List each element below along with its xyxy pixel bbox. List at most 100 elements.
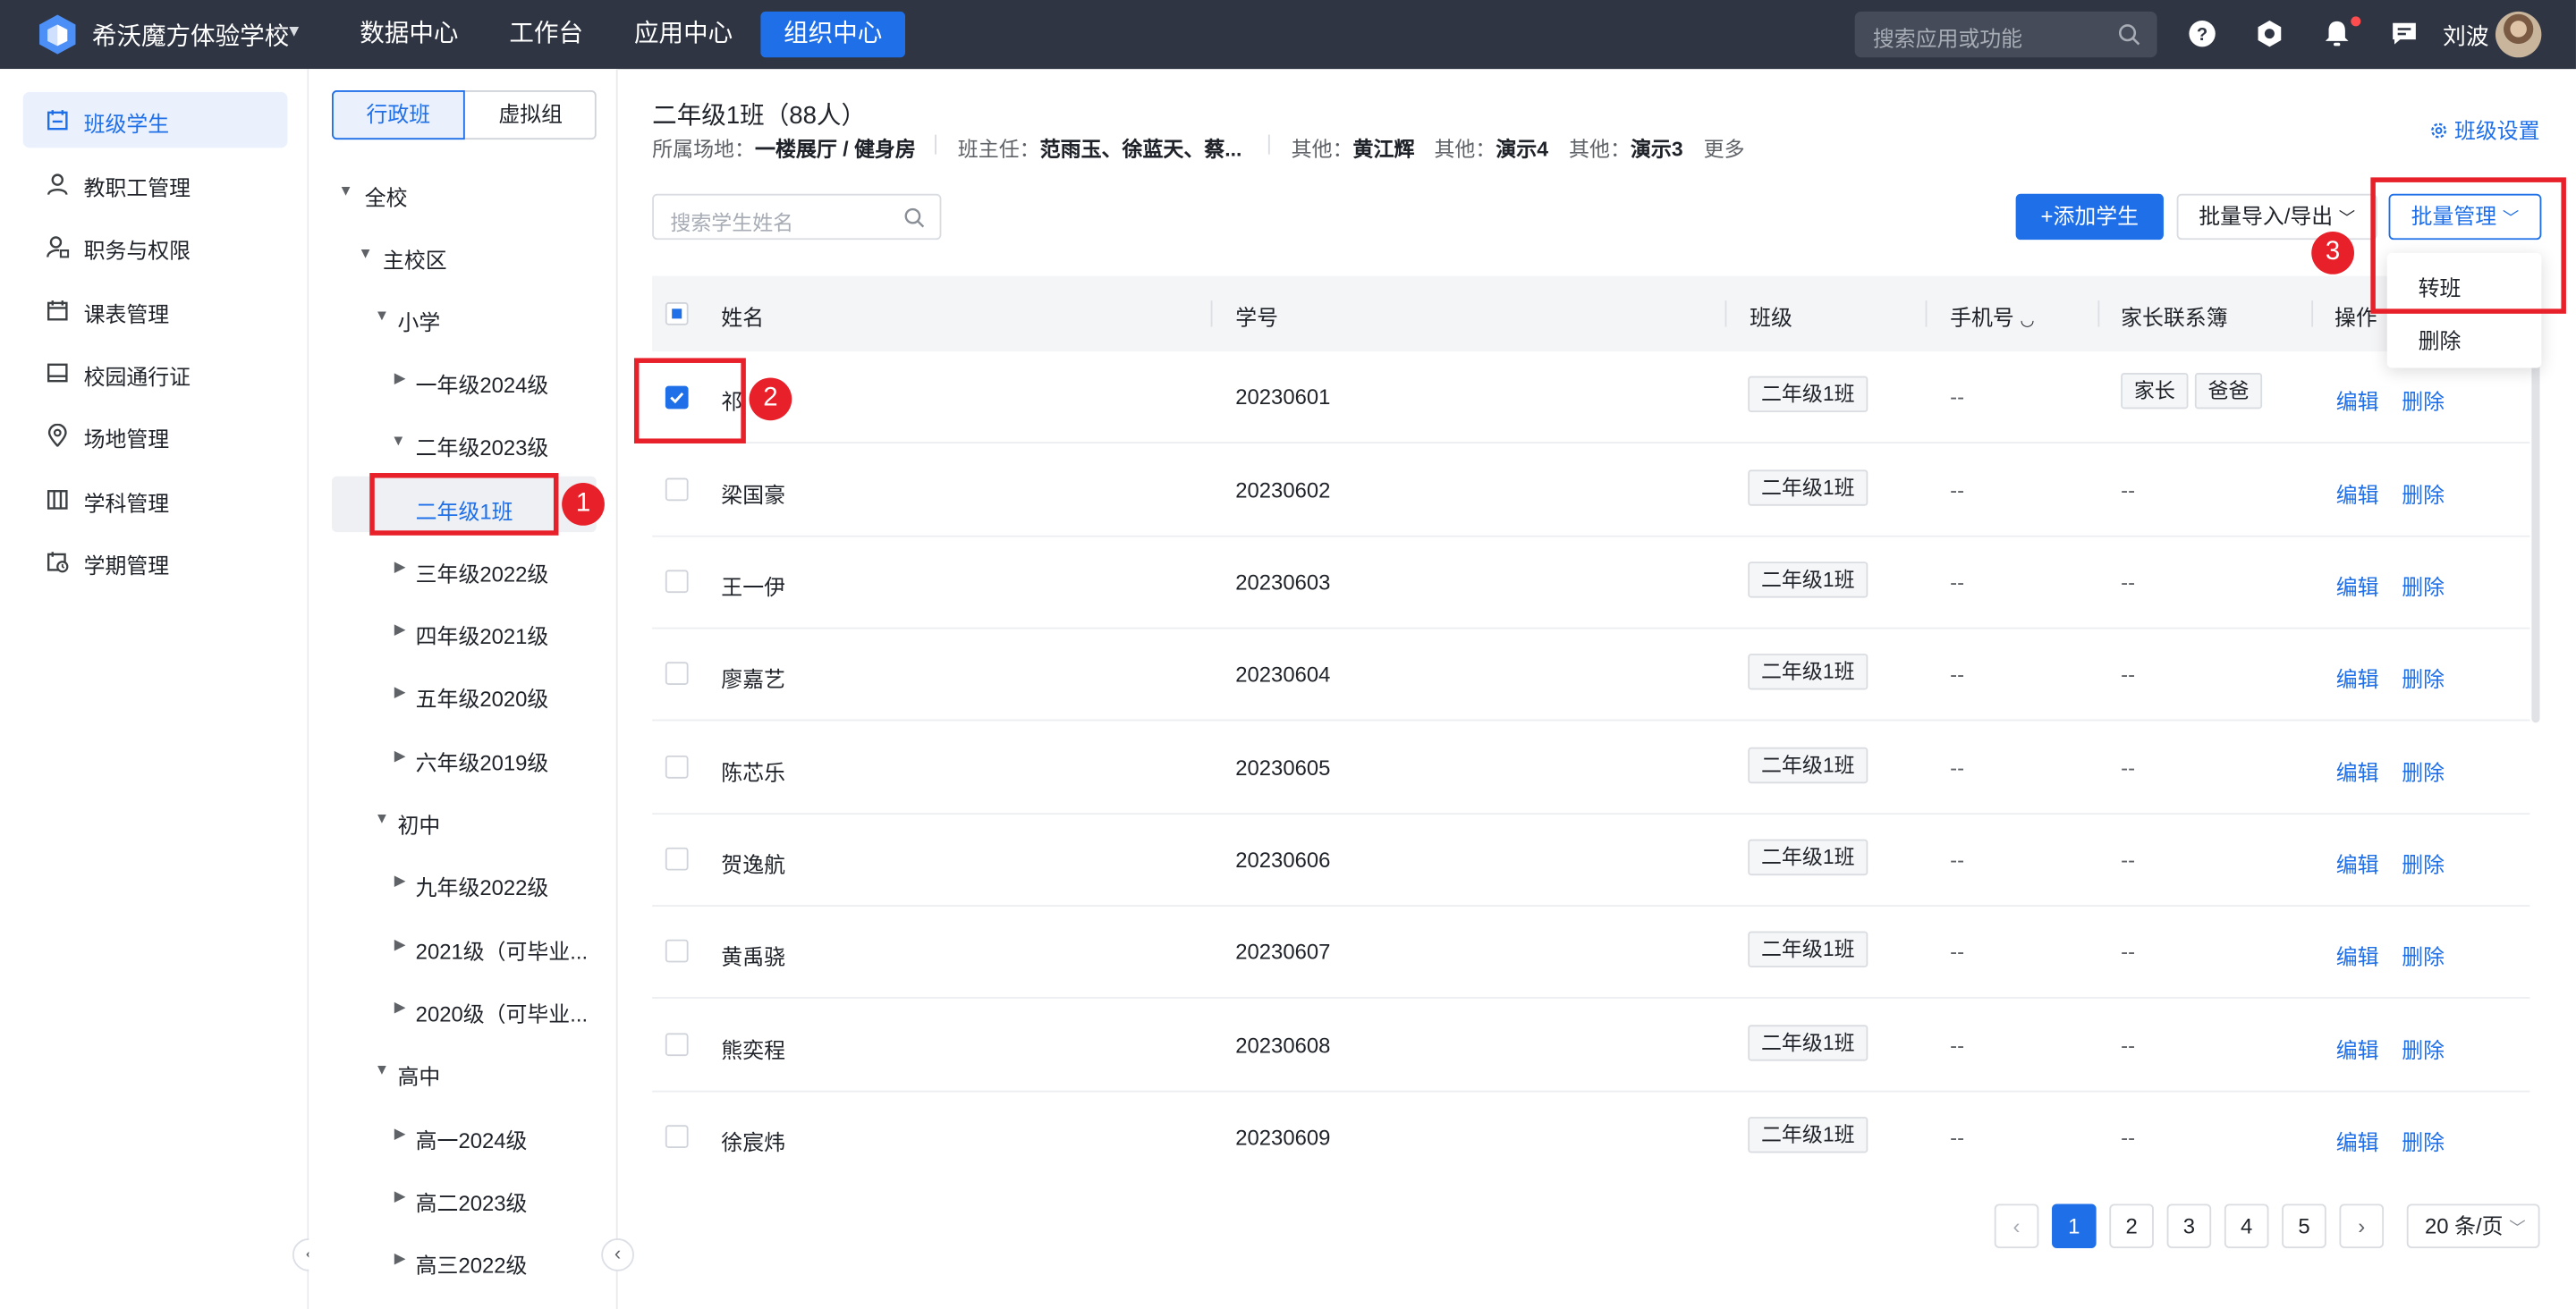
- row-checkbox[interactable]: [665, 1125, 689, 1148]
- table-row[interactable]: 梁国豪 20230602 二年级1班 -- -- 编辑 删除: [652, 445, 2530, 537]
- phone: --: [1950, 662, 1965, 687]
- tree-expand-icon[interactable]: ▼: [375, 308, 389, 324]
- sidebar-item-venues[interactable]: 场地管理: [23, 408, 288, 463]
- parents: --: [2121, 662, 2136, 687]
- class-settings-link[interactable]: 班级设置: [2430, 114, 2540, 145]
- notification-bell-icon[interactable]: [2323, 20, 2351, 47]
- sidebar-item-staff[interactable]: 教职工管理: [23, 156, 288, 212]
- student-search[interactable]: 搜索学生姓名: [652, 193, 942, 241]
- page-button-4[interactable]: 4: [2224, 1203, 2269, 1249]
- tab-admin-class[interactable]: 行政班: [332, 90, 465, 140]
- avatar[interactable]: [2495, 11, 2542, 58]
- page-button-3[interactable]: 3: [2166, 1203, 2212, 1249]
- row-checkbox[interactable]: [665, 570, 689, 594]
- help-icon[interactable]: ?: [2188, 20, 2216, 47]
- global-search-input[interactable]: 搜索应用或功能: [1873, 21, 2022, 53]
- next-page-button[interactable]: ›: [2339, 1203, 2385, 1249]
- settings-icon[interactable]: [2256, 20, 2284, 47]
- search-icon[interactable]: [2118, 23, 2141, 46]
- tree-expand-icon[interactable]: ▶: [394, 999, 406, 1017]
- row-checkbox[interactable]: [665, 662, 689, 685]
- delete-button[interactable]: 删除: [2402, 1125, 2445, 1156]
- nav-workbench[interactable]: 工作台: [487, 12, 606, 57]
- select-all-checkbox[interactable]: [665, 301, 689, 325]
- tree-expand-icon[interactable]: ▶: [394, 683, 406, 701]
- delete-button[interactable]: 删除: [2402, 1033, 2445, 1064]
- sidebar-item-terms[interactable]: 学期管理: [23, 534, 288, 589]
- tab-virtual-group[interactable]: 虚拟组: [465, 92, 597, 138]
- table-row[interactable]: 熊奕程 20230608 二年级1班 -- -- 编辑 删除: [652, 1001, 2530, 1093]
- edit-button[interactable]: 编辑: [2336, 1033, 2379, 1064]
- edit-button[interactable]: 编辑: [2336, 1125, 2379, 1156]
- page-button-1[interactable]: 1: [2052, 1203, 2097, 1249]
- page-button-5[interactable]: 5: [2282, 1203, 2326, 1249]
- tree-expand-icon[interactable]: ▶: [394, 1125, 406, 1143]
- edit-button[interactable]: 编辑: [2336, 940, 2379, 971]
- table-row[interactable]: 徐宸炜 20230609 二年级1班 -- -- 编辑 删除: [652, 1093, 2529, 1185]
- tree-expand-icon[interactable]: ▶: [394, 1187, 406, 1205]
- tree-expand-icon[interactable]: ▶: [394, 747, 406, 765]
- page-button-2[interactable]: 2: [2109, 1203, 2154, 1249]
- tree-expand-icon[interactable]: ▶: [394, 872, 406, 890]
- tree-expand-icon[interactable]: ▼: [358, 245, 372, 261]
- school-name[interactable]: 希沃魔方体验学校: [92, 18, 289, 53]
- tree-expand-icon[interactable]: ▶: [394, 559, 406, 577]
- delete-button[interactable]: 删除: [2402, 384, 2445, 416]
- global-search[interactable]: 搜索应用或功能: [1854, 11, 2157, 58]
- table-row[interactable]: 祁 20230601 二年级1班 -- 家长 爸爸 编辑 删除: [652, 351, 2530, 443]
- tree-expand-icon[interactable]: ▼: [338, 182, 352, 198]
- delete-button[interactable]: 删除: [2402, 478, 2445, 510]
- edit-button[interactable]: 编辑: [2336, 570, 2379, 601]
- tree-expand-icon[interactable]: ▶: [394, 369, 406, 387]
- more-link[interactable]: 更多: [1704, 131, 1745, 163]
- import-export-button[interactable]: 批量导入/导出 ﹀: [2176, 193, 2377, 241]
- delete-button[interactable]: 删除: [2402, 756, 2445, 787]
- row-checkbox[interactable]: [665, 939, 689, 963]
- delete-button[interactable]: 删除: [2402, 662, 2445, 693]
- table-row[interactable]: 廖嘉艺 20230604 二年级1班 -- -- 编辑 删除: [652, 629, 2530, 722]
- sidebar-item-schedule[interactable]: 课表管理: [23, 283, 288, 338]
- tree-expand-icon[interactable]: ▶: [394, 621, 406, 638]
- nav-org-center[interactable]: 组织中心: [760, 11, 906, 58]
- nav-app-center[interactable]: 应用中心: [611, 12, 756, 57]
- tree-expand-icon[interactable]: ▶: [394, 936, 406, 954]
- page-size-select[interactable]: 20 条/页 ﹀: [2406, 1203, 2540, 1249]
- edit-button[interactable]: 编辑: [2336, 756, 2379, 787]
- delete-button[interactable]: 删除: [2402, 848, 2445, 879]
- edit-button[interactable]: 编辑: [2336, 384, 2379, 416]
- table-scrollbar[interactable]: [2531, 348, 2540, 723]
- tree-expand-icon[interactable]: ▶: [394, 1250, 406, 1268]
- table-row[interactable]: 陈芯乐 20230605 二年级1班 -- -- 编辑 删除: [652, 722, 2530, 815]
- add-student-button[interactable]: +添加学生: [2015, 193, 2164, 241]
- table-row[interactable]: 王一伊 20230603 二年级1班 -- -- 编辑 删除: [652, 537, 2530, 629]
- eye-closed-icon[interactable]: ◡: [2020, 312, 2034, 330]
- tree-expand-icon[interactable]: ▼: [391, 432, 405, 448]
- row-checkbox[interactable]: [665, 1033, 689, 1057]
- prev-page-button[interactable]: ‹: [1994, 1203, 2039, 1249]
- student-search-input[interactable]: 搜索学生姓名: [670, 206, 793, 237]
- parent-tag[interactable]: 爸爸: [2194, 372, 2263, 410]
- row-checkbox[interactable]: [665, 477, 689, 502]
- edit-button[interactable]: 编辑: [2336, 662, 2379, 693]
- edit-button[interactable]: 编辑: [2336, 848, 2379, 879]
- sidebar-item-class-students[interactable]: 班级学生: [22, 91, 288, 148]
- table-row[interactable]: 黄禹骁 20230607 二年级1班 -- -- 编辑 删除: [652, 907, 2530, 999]
- edit-button[interactable]: 编辑: [2336, 478, 2379, 510]
- message-icon[interactable]: [2390, 20, 2418, 47]
- user-name[interactable]: 刘波: [2443, 20, 2488, 53]
- sidebar-item-roles[interactable]: 职务与权限: [23, 218, 288, 274]
- tree-expand-icon[interactable]: ▼: [375, 1061, 389, 1077]
- menu-item-delete[interactable]: 删除: [2419, 324, 2462, 355]
- row-checkbox[interactable]: [665, 847, 689, 871]
- table-row[interactable]: 贺逸航 20230606 二年级1班 -- -- 编辑 删除: [652, 815, 2530, 907]
- row-checkbox[interactable]: [665, 755, 689, 779]
- school-dropdown-icon[interactable]: ▼: [286, 23, 302, 41]
- nav-data-center[interactable]: 数据中心: [337, 12, 482, 57]
- sidebar-item-pass[interactable]: 校园通行证: [23, 345, 288, 401]
- search-icon[interactable]: [903, 207, 925, 228]
- tree-expand-icon[interactable]: ▼: [375, 810, 389, 826]
- delete-button[interactable]: 删除: [2402, 940, 2445, 971]
- parent-tag[interactable]: 家长: [2121, 372, 2189, 410]
- delete-button[interactable]: 删除: [2402, 570, 2445, 601]
- sidebar-item-subjects[interactable]: 学科管理: [23, 471, 288, 527]
